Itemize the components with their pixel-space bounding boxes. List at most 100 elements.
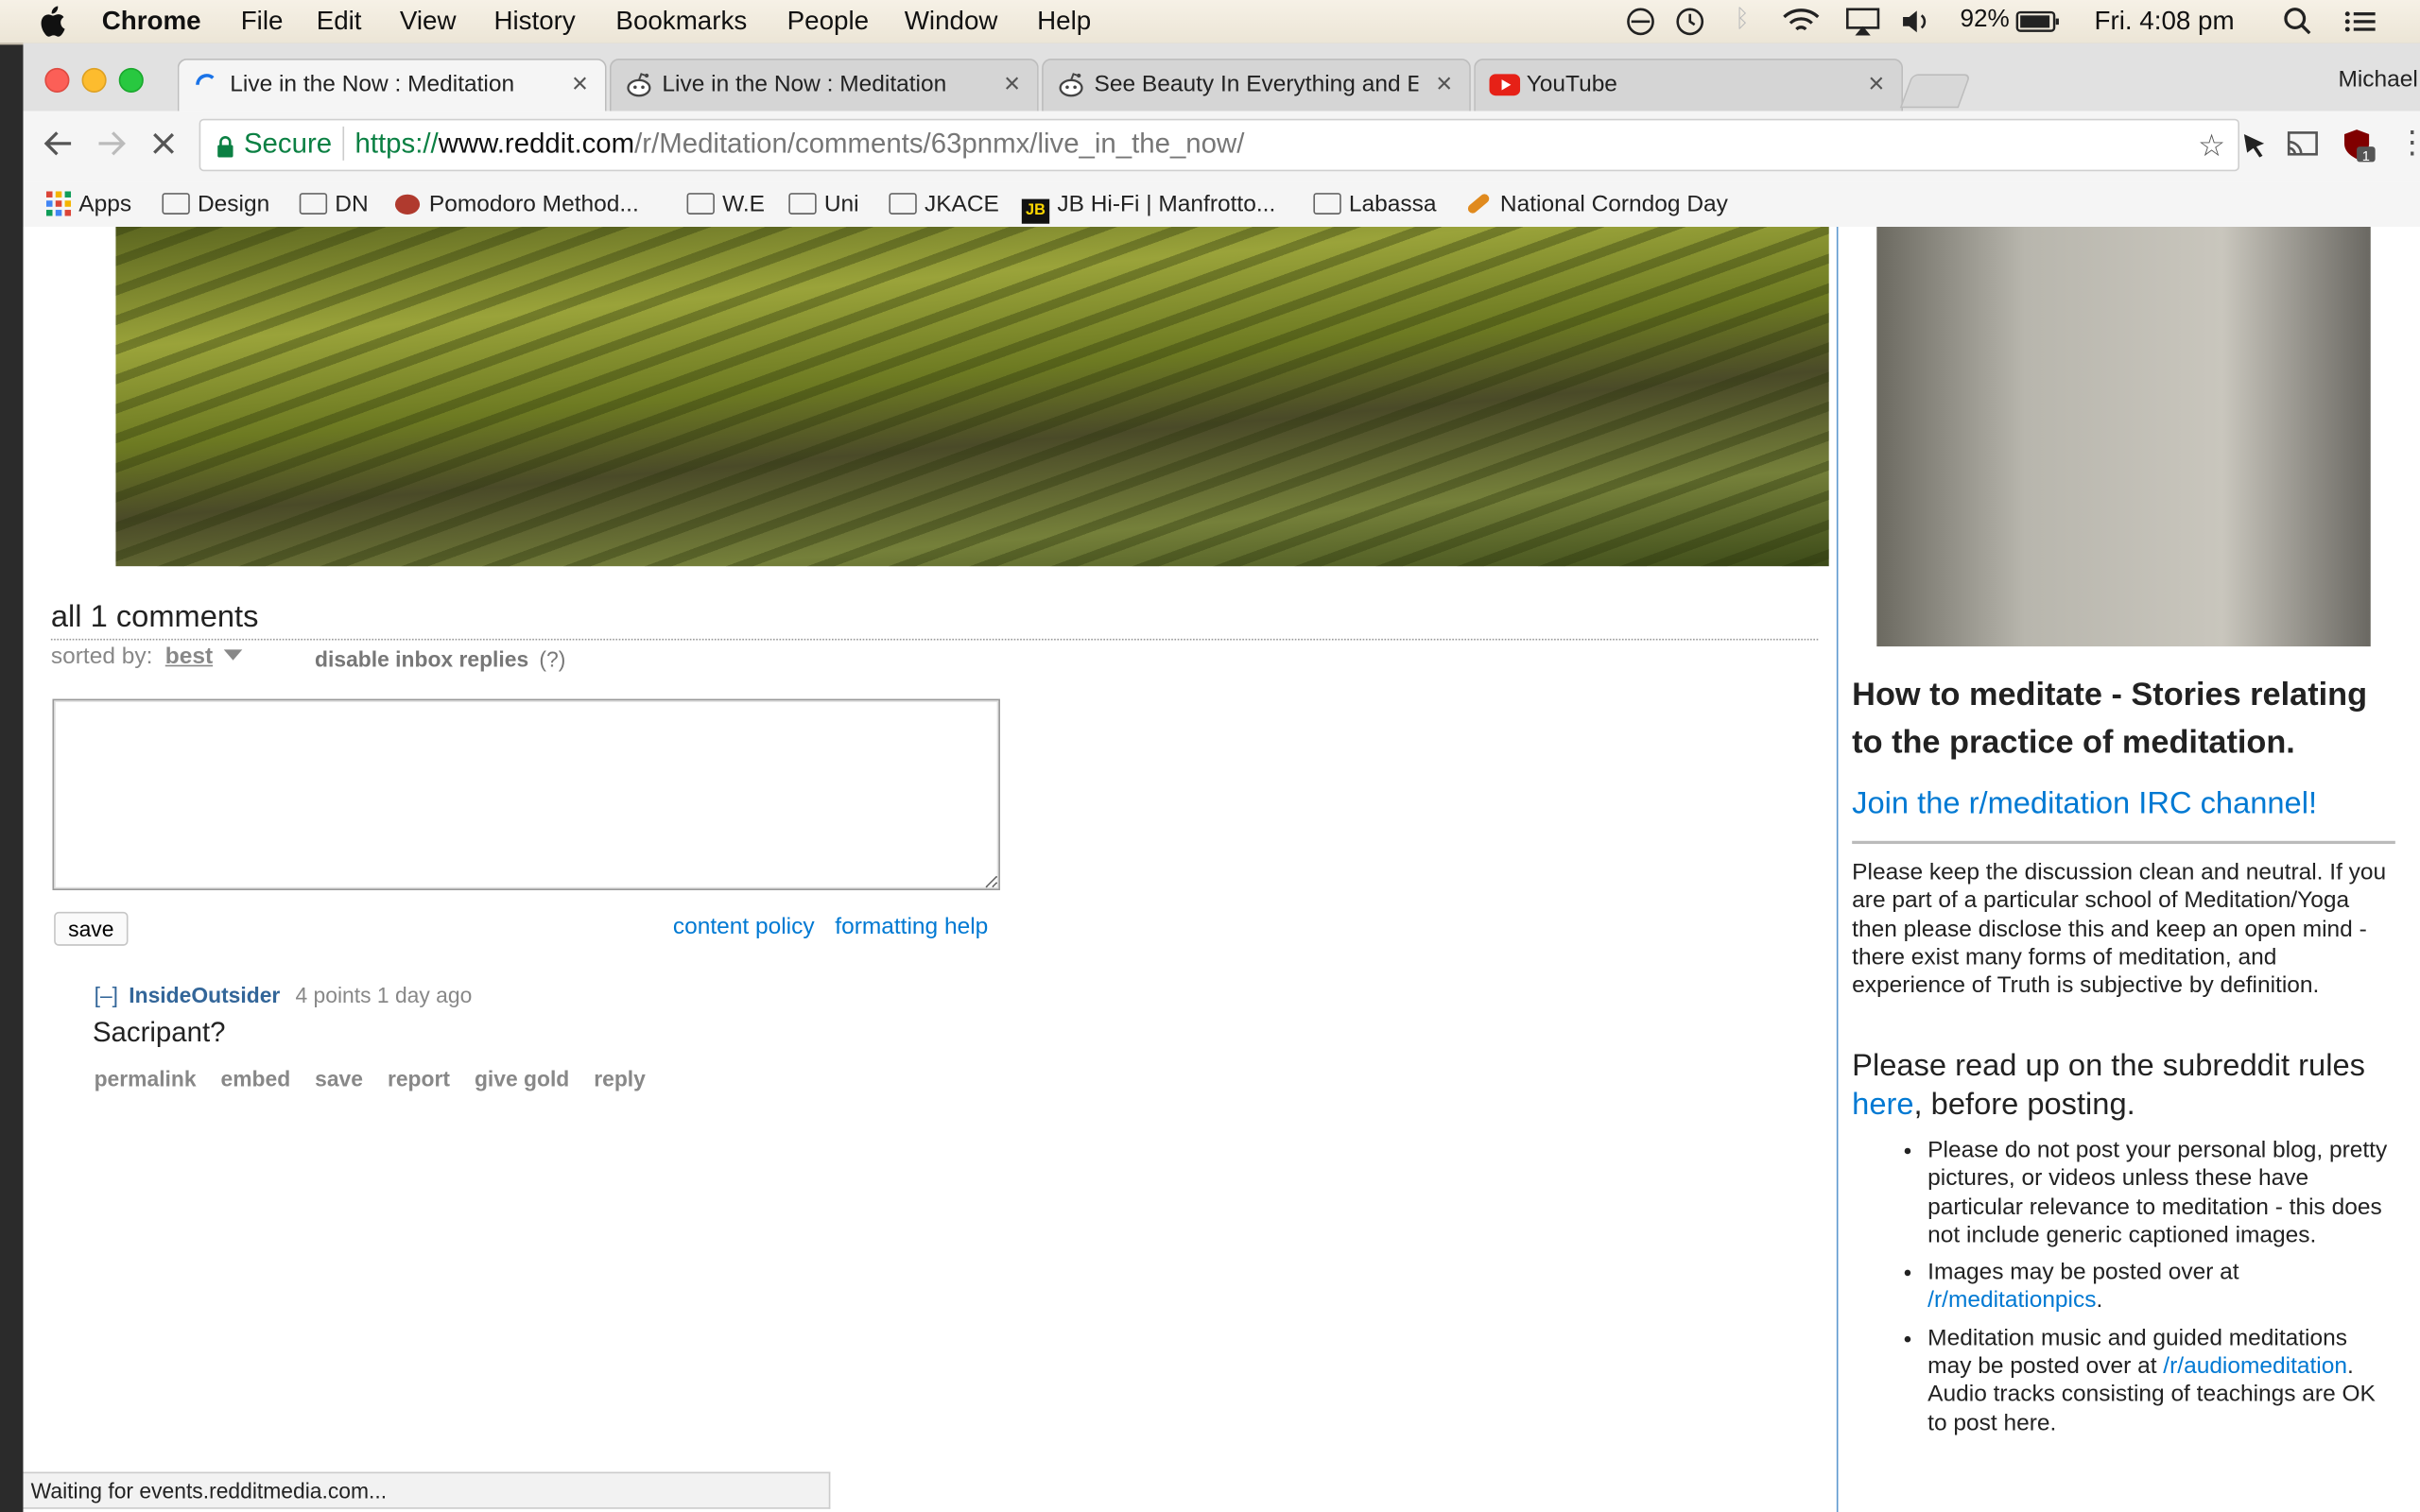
comment-header: [–] InsideOutsider 4 points 1 day ago — [95, 983, 473, 1007]
bookmark-folder-we[interactable]: W.E — [686, 191, 765, 217]
jb-hifi-icon: JB — [1021, 198, 1050, 224]
folder-icon — [686, 193, 715, 215]
formatting-help-link[interactable]: formatting help — [835, 914, 988, 940]
dropdown-arrow-icon[interactable] — [223, 649, 243, 661]
sync-icon[interactable] — [1625, 7, 1656, 45]
irc-channel-link[interactable]: Join the r/meditation IRC channel! — [1852, 787, 2395, 823]
folder-icon — [299, 193, 328, 215]
menu-view[interactable]: View — [400, 7, 457, 38]
maximize-window-button[interactable] — [118, 67, 144, 93]
comment-textarea[interactable] — [52, 698, 1000, 891]
menu-history[interactable]: History — [493, 7, 575, 38]
stop-loading-icon[interactable] — [147, 127, 181, 168]
bookmark-apps[interactable]: Apps — [45, 191, 131, 222]
bookmark-folder-labassa[interactable]: Labassa — [1313, 191, 1437, 217]
tab-close-icon[interactable]: × — [1868, 68, 1884, 100]
secure-label: Secure — [243, 128, 333, 160]
airplay-icon[interactable] — [1844, 7, 1881, 45]
extension-icon[interactable] — [2239, 129, 2271, 168]
tab-close-icon[interactable]: × — [1004, 68, 1020, 100]
give-gold-link[interactable]: give gold — [475, 1066, 569, 1091]
tomato-icon — [394, 194, 421, 215]
battery-icon[interactable] — [2015, 7, 2062, 45]
collapse-toggle[interactable]: [–] — [95, 983, 118, 1007]
menu-help[interactable]: Help — [1037, 7, 1091, 38]
permalink-link[interactable]: permalink — [95, 1066, 197, 1091]
divider — [50, 638, 1819, 641]
notification-center-icon[interactable] — [2342, 7, 2377, 45]
content-policy-link[interactable]: content policy — [673, 914, 815, 940]
tab-title: Live in the Now : Meditation — [230, 71, 515, 97]
tab-4[interactable]: YouTube × — [1474, 59, 1904, 112]
bluetooth-icon[interactable]: ᛒ — [1735, 7, 1750, 34]
sort-dropdown[interactable]: best — [165, 644, 213, 670]
profile-name[interactable]: Michael — [2338, 66, 2417, 93]
bookmark-corndog-day[interactable]: National Corndog Day — [1465, 191, 1728, 217]
url-text: https://www.reddit.com/r/Meditation/comm… — [354, 128, 1245, 160]
comment-actions: permalink embed save report give gold re… — [95, 1066, 665, 1091]
time-machine-icon[interactable] — [1674, 7, 1705, 45]
comment-author-link[interactable]: InsideOutsider — [129, 983, 280, 1007]
address-bar[interactable]: Secure https://www.reddit.com/r/Meditati… — [199, 118, 2239, 172]
help-link[interactable]: (?) — [539, 646, 565, 671]
tab-title: YouTube — [1526, 71, 1617, 97]
sidebar-intro: Please keep the discussion clean and neu… — [1852, 859, 2387, 999]
tab-close-icon[interactable]: × — [1436, 68, 1452, 100]
tab-1[interactable]: Live in the Now : Meditation × — [177, 59, 607, 112]
volume-icon[interactable] — [1898, 7, 1932, 45]
browser-window: Live in the Now : Meditation × Live in t… — [23, 43, 2420, 1512]
tab-2[interactable]: Live in the Now : Meditation × — [609, 59, 1039, 112]
lock-icon — [216, 132, 235, 164]
menu-window[interactable]: Window — [905, 7, 998, 38]
save-button[interactable]: save — [54, 911, 129, 946]
bookmark-pomodoro[interactable]: Pomodoro Method... — [394, 191, 639, 217]
rules-paragraph: Please read up on the subreddit rules he… — [1852, 1049, 2365, 1122]
bookmark-folder-design[interactable]: Design — [162, 191, 269, 217]
bookmark-folder-uni[interactable]: Uni — [788, 191, 859, 217]
rule-item: Please do not post your personal blog, p… — [1927, 1137, 2395, 1249]
youtube-icon — [1489, 71, 1521, 98]
menu-app-name[interactable]: Chrome — [102, 7, 201, 38]
apps-grid-icon — [45, 191, 72, 222]
bookmark-folder-jkace[interactable]: JKACE — [889, 191, 999, 217]
close-window-button[interactable] — [44, 67, 70, 93]
ublock-extension-icon[interactable]: 1 — [2340, 127, 2377, 171]
comments-heading: all 1 comments — [50, 600, 259, 635]
tab-3[interactable]: See Beauty In Everything and E × — [1042, 59, 1471, 112]
wifi-icon[interactable] — [1781, 7, 1821, 45]
apple-icon[interactable] — [37, 6, 65, 45]
status-bar: Waiting for events.redditmedia.com... — [23, 1471, 831, 1509]
spotlight-search-icon[interactable] — [2283, 7, 2314, 45]
more-menu-icon[interactable]: ⋮ — [2397, 124, 2420, 163]
forward-icon[interactable] — [95, 127, 129, 168]
rice-terrace-image — [115, 226, 1829, 567]
clock[interactable]: Fri. 4:08 pm — [2095, 7, 2235, 38]
menu-file[interactable]: File — [241, 7, 284, 38]
cast-icon[interactable] — [2286, 129, 2320, 168]
sidebar-title: How to meditate - Stories relating to th… — [1852, 677, 2368, 761]
rules-here-link[interactable]: here — [1852, 1087, 1913, 1121]
bookmark-jbhifi[interactable]: JB JB Hi-Fi | Manfrotto... — [1021, 191, 1275, 224]
bookmark-star-icon[interactable]: ☆ — [2198, 127, 2225, 165]
reddit-icon — [1057, 71, 1084, 98]
meditationpics-link[interactable]: /r/meditationpics — [1927, 1287, 2096, 1314]
save-link[interactable]: save — [315, 1066, 363, 1091]
disable-inbox-replies-link[interactable]: disable inbox replies — [315, 646, 528, 671]
minimize-window-button[interactable] — [81, 67, 107, 93]
embed-link[interactable]: embed — [221, 1066, 291, 1091]
tab-close-icon[interactable]: × — [572, 68, 588, 100]
battery-percent: 92% — [1960, 6, 2010, 33]
reply-link[interactable]: reply — [594, 1066, 646, 1091]
menu-edit[interactable]: Edit — [317, 7, 362, 38]
audiomeditation-link[interactable]: /r/audiomeditation — [2163, 1353, 2347, 1380]
folder-icon — [162, 193, 190, 215]
bookmark-folder-dn[interactable]: DN — [299, 191, 369, 217]
corndog-icon — [1465, 192, 1492, 215]
sidebar-divider — [1852, 840, 2395, 845]
back-icon[interactable] — [42, 127, 76, 168]
report-link[interactable]: report — [388, 1066, 450, 1091]
menu-bookmarks[interactable]: Bookmarks — [615, 7, 747, 38]
menu-people[interactable]: People — [787, 7, 869, 38]
tab-title: Live in the Now : Meditation — [662, 71, 947, 97]
new-tab-button[interactable] — [1899, 74, 1971, 109]
